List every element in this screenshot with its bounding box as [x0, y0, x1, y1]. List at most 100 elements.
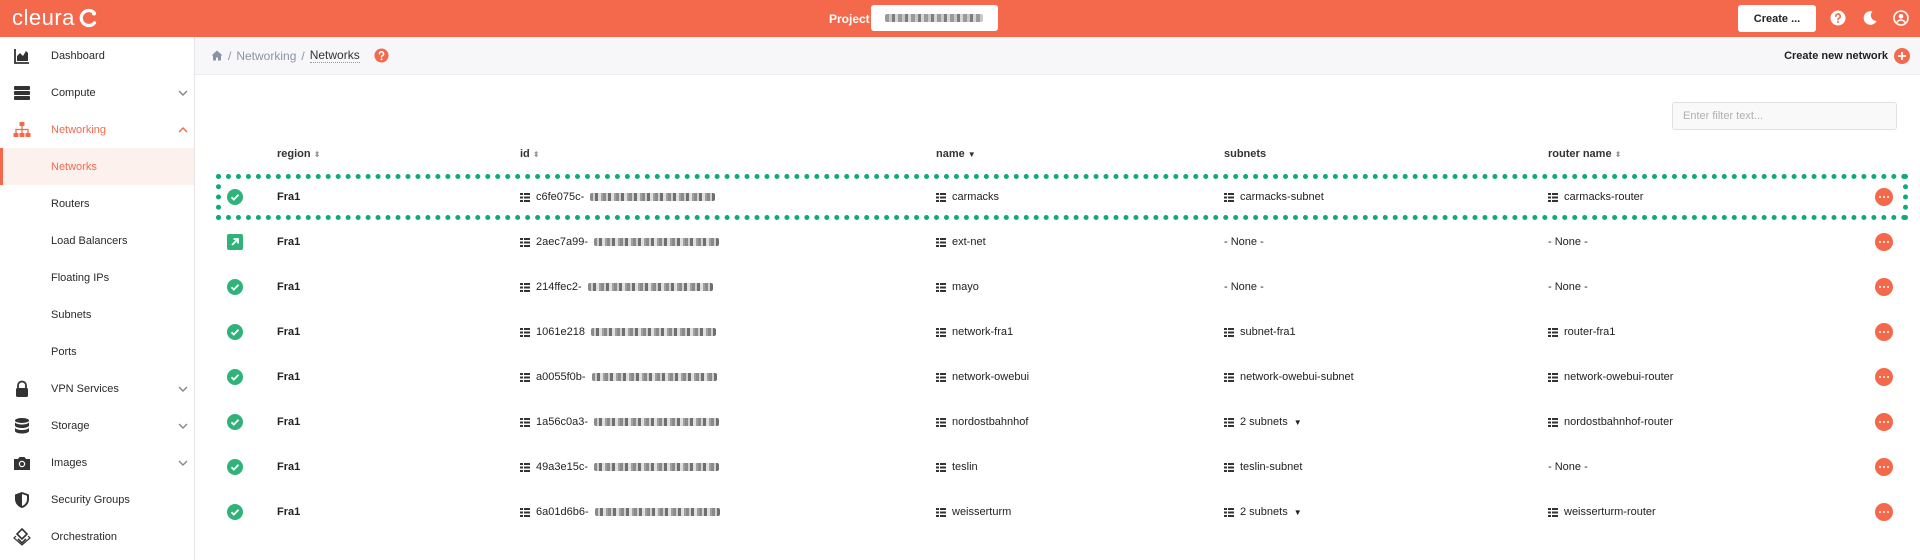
id-value: 6a01d6b6- — [536, 506, 589, 518]
grid-icon — [1224, 462, 1234, 472]
grid-icon — [1224, 192, 1234, 202]
region-value: Fra1 — [277, 371, 301, 383]
cleura-logo[interactable]: cleura — [12, 5, 99, 31]
cell-router-name[interactable]: carmacks-router — [1548, 191, 1643, 203]
cell-id[interactable]: 214ffec2- — [520, 281, 713, 293]
create-new-network-button[interactable]: Create new network — [1784, 48, 1910, 64]
cell-id[interactable]: a0055f0b- — [520, 371, 717, 383]
cell-id[interactable]: c6fe075c- — [520, 191, 716, 203]
sidebar-item-orchestration[interactable]: Orchestration — [0, 518, 194, 555]
moon-icon[interactable] — [1862, 10, 1878, 26]
sidebar-subitem-ports[interactable]: Ports — [0, 333, 194, 370]
sidebar-item-networking[interactable]: Networking — [0, 111, 194, 148]
row-actions-button[interactable] — [1875, 368, 1893, 386]
cell-subnets[interactable]: 2 subnets ▼ — [1224, 506, 1302, 518]
sidebar-item-vpn-services[interactable]: VPN Services — [0, 370, 194, 407]
cell-name[interactable]: network-owebui — [936, 371, 1029, 383]
sidebar-subitem-subnets[interactable]: Subnets — [0, 296, 194, 333]
cell-name[interactable]: carmacks — [936, 191, 999, 203]
column-header-id[interactable]: id ⬍ — [520, 148, 539, 160]
caret-down-icon[interactable]: ▼ — [1294, 508, 1302, 517]
sidebar-item-images[interactable]: Images — [0, 444, 194, 481]
column-header-router-name[interactable]: router name ⬍ — [1548, 148, 1621, 160]
cell-subnets[interactable]: teslin-subnet — [1224, 461, 1302, 473]
check-circle-icon — [227, 459, 243, 475]
grid-icon — [936, 237, 946, 247]
row-actions-button[interactable] — [1875, 503, 1893, 521]
row-actions-button[interactable] — [1875, 458, 1893, 476]
cell-router-name[interactable]: weisserturm-router — [1548, 506, 1656, 518]
table-row[interactable]: Fra1 a0055f0b-network-owebui network-owebu… — [210, 355, 1910, 400]
table-row[interactable]: Fra1 6a01d6b6- weisserturm 2 subnets ▼ weisse… — [210, 490, 1910, 535]
sidebar: Dashboard Compute Networking Networks Ro… — [0, 37, 195, 560]
table-row[interactable]: Fra1 214ffec2- mayo - None - - None - — [210, 265, 1910, 310]
table-row[interactable]: Fra1 49a3e15c-teslin teslin-subnet - None - — [210, 445, 1910, 490]
cell-subnets[interactable]: 2 subnets ▼ — [1224, 416, 1302, 428]
row-actions-button[interactable] — [1875, 413, 1893, 431]
sidebar-subitem-label: Subnets — [51, 308, 92, 321]
cell-name[interactable]: network-fra1 — [936, 326, 1013, 338]
row-actions-button[interactable] — [1875, 233, 1893, 251]
sidebar-item-security-groups[interactable]: Security Groups — [0, 481, 194, 518]
cell-router-name[interactable]: - None - — [1548, 236, 1588, 248]
row-actions-button[interactable] — [1875, 188, 1893, 206]
cell-id[interactable]: 1a56c0a3- — [520, 416, 719, 428]
cell-region: Fra1 — [277, 281, 300, 293]
sidebar-item-compute[interactable]: Compute — [0, 74, 194, 111]
cell-name[interactable]: teslin — [936, 461, 978, 473]
table-row[interactable]: Fra1 1a56c0a3- nordostbahnhof 2 subnets ▼ nor… — [210, 400, 1910, 445]
breadcrumb-networking[interactable]: Networking — [236, 49, 296, 63]
project-select[interactable] — [871, 5, 998, 31]
cell-name[interactable]: ext-net — [936, 236, 986, 248]
table-row[interactable]: Fra1 1061e218 network-fra1 subnet-fra1 route… — [210, 310, 1910, 355]
cell-subnets[interactable]: - None - — [1224, 236, 1264, 248]
sidebar-item-label: Dashboard — [51, 49, 105, 62]
grid-icon — [520, 327, 530, 337]
cell-name[interactable]: weisserturm — [936, 506, 1011, 518]
column-header-region[interactable]: region ⬍ — [277, 148, 320, 160]
home-icon[interactable] — [211, 50, 223, 61]
help-icon[interactable] — [1830, 10, 1846, 26]
cell-router-name[interactable]: router-fra1 — [1548, 326, 1615, 338]
create-button[interactable]: Create ... — [1738, 5, 1816, 32]
table-row[interactable]: Fra1 2aec7a99- ext-net - None - - None - — [210, 220, 1910, 265]
cell-name[interactable]: mayo — [936, 281, 979, 293]
table-row[interactable]: Fra1 c6fe075c-carmacks carmacks-subnet carm… — [210, 175, 1910, 220]
filter-input[interactable] — [1672, 102, 1897, 130]
cell-router-name[interactable]: - None - — [1548, 461, 1588, 473]
cell-subnets[interactable]: network-owebui-subnet — [1224, 371, 1354, 383]
cell-subnets[interactable]: - None - — [1224, 281, 1264, 293]
id-value: 1061e218 — [536, 326, 585, 338]
sidebar-subitem-load-balancers[interactable]: Load Balancers — [0, 222, 194, 259]
column-header-name[interactable]: name ▼ — [936, 148, 976, 160]
sidebar-subitem-networks[interactable]: Networks — [0, 148, 194, 185]
cell-subnets[interactable]: carmacks-subnet — [1224, 191, 1324, 203]
cell-router-name[interactable]: - None - — [1548, 281, 1588, 293]
caret-down-icon[interactable]: ▼ — [1294, 418, 1302, 427]
sidebar-item-label: Networking — [51, 123, 107, 136]
cell-id[interactable]: 49a3e15c- — [520, 461, 719, 473]
sidebar-subitem-routers[interactable]: Routers — [0, 185, 194, 222]
sidebar-item-dashboard[interactable]: Dashboard — [0, 37, 194, 74]
grid-icon — [1548, 507, 1558, 517]
redacted-id — [594, 463, 719, 471]
sidebar-item-label: VPN Services — [51, 382, 119, 395]
row-actions-button[interactable] — [1875, 323, 1893, 341]
cell-router-name[interactable]: nordostbahnhof-router — [1548, 416, 1673, 428]
router-value: weisserturm-router — [1564, 506, 1656, 518]
grid-icon — [1224, 327, 1234, 337]
cell-id[interactable]: 1061e218 — [520, 326, 716, 338]
cell-id[interactable]: 2aec7a99- — [520, 236, 719, 248]
row-actions-button[interactable] — [1875, 278, 1893, 296]
cell-name[interactable]: nordostbahnhof — [936, 416, 1028, 428]
id-value: 2aec7a99- — [536, 236, 588, 248]
grid-icon — [1548, 372, 1558, 382]
user-account-icon[interactable] — [1893, 10, 1909, 26]
cell-subnets[interactable]: subnet-fra1 — [1224, 326, 1296, 338]
sidebar-item-storage[interactable]: Storage — [0, 407, 194, 444]
cell-router-name[interactable]: network-owebui-router — [1548, 371, 1673, 383]
cell-id[interactable]: 6a01d6b6- — [520, 506, 720, 518]
sidebar-subitem-floating-ips[interactable]: Floating IPs — [0, 259, 194, 296]
help-icon[interactable] — [374, 48, 389, 63]
database-icon — [15, 417, 29, 433]
